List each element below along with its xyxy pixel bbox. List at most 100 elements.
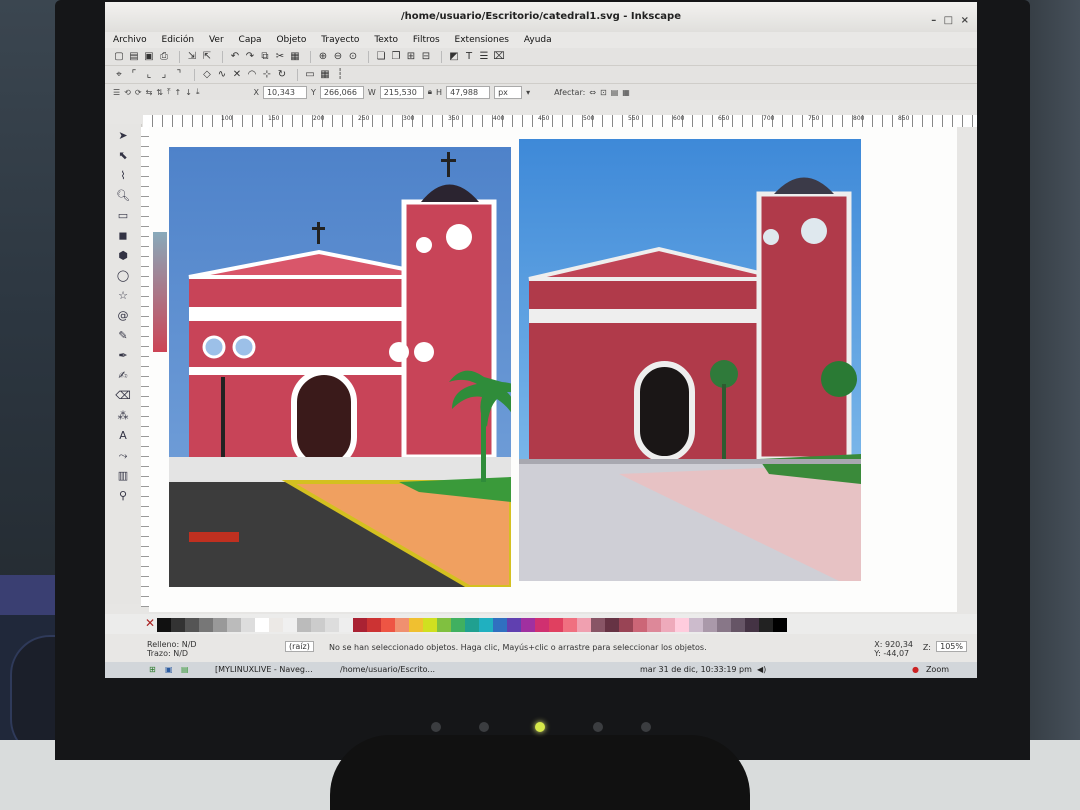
- flip-h-icon[interactable]: ⇆: [146, 88, 153, 97]
- save-icon[interactable]: ▣: [143, 51, 155, 62]
- color-swatch[interactable]: [493, 618, 507, 632]
- color-swatch[interactable]: [283, 618, 297, 632]
- snap-intersection-icon[interactable]: ✕: [231, 69, 243, 80]
- redo-icon[interactable]: ↷: [244, 51, 256, 62]
- align-icon[interactable]: ☰: [478, 51, 490, 62]
- snap-smooth-icon[interactable]: ◠: [246, 69, 258, 80]
- cathedral-vector-drawing[interactable]: [169, 147, 511, 587]
- minimize-button[interactable]: –: [931, 15, 936, 26]
- affect-stroke-icon[interactable]: ⇔: [589, 88, 596, 97]
- rotate-cw-icon[interactable]: ⟳: [135, 88, 142, 97]
- unit-select[interactable]: px: [494, 85, 523, 99]
- menu-capa[interactable]: Capa: [239, 35, 262, 45]
- paste-icon[interactable]: ▦: [289, 51, 301, 62]
- menu-extensiones[interactable]: Extensiones: [455, 35, 509, 45]
- color-swatch[interactable]: [675, 618, 689, 632]
- color-swatch[interactable]: [171, 618, 185, 632]
- monitor-button[interactable]: [593, 722, 603, 732]
- gradient-tool-icon[interactable]: ▥: [111, 467, 135, 484]
- zoom-tool-icon[interactable]: 🔍︎: [111, 187, 135, 204]
- color-swatch[interactable]: [409, 618, 423, 632]
- text-icon[interactable]: T: [463, 51, 475, 62]
- color-swatch[interactable]: [507, 618, 521, 632]
- volume-icon[interactable]: ◀): [757, 662, 766, 678]
- color-swatch[interactable]: [255, 618, 269, 632]
- snap-center-icon[interactable]: ⊹: [261, 69, 273, 80]
- tweak-tool-icon[interactable]: ⌇: [111, 167, 135, 184]
- duplicate-icon[interactable]: ❏: [375, 51, 387, 62]
- color-swatch[interactable]: [381, 618, 395, 632]
- color-swatch[interactable]: [227, 618, 241, 632]
- measure-tool-icon[interactable]: ▭: [111, 207, 135, 224]
- snap-node-icon[interactable]: ◇: [201, 69, 213, 80]
- open-icon[interactable]: ▤: [128, 51, 140, 62]
- color-swatch[interactable]: [549, 618, 563, 632]
- eraser-tool-icon[interactable]: ⌫: [111, 387, 135, 404]
- star-tool-icon[interactable]: ☆: [111, 287, 135, 304]
- color-swatch[interactable]: [353, 618, 367, 632]
- clone-icon[interactable]: ❐: [390, 51, 402, 62]
- menu-texto[interactable]: Texto: [374, 35, 398, 45]
- color-swatch[interactable]: [479, 618, 493, 632]
- ellipse-tool-icon[interactable]: ◯: [111, 267, 135, 284]
- color-swatch[interactable]: [339, 618, 353, 632]
- snap-path-icon[interactable]: ∿: [216, 69, 228, 80]
- task-inkscape[interactable]: /home/usuario/Escrito...: [340, 662, 435, 678]
- color-swatch[interactable]: [423, 618, 437, 632]
- x-field[interactable]: 10,343: [262, 85, 307, 99]
- monitor-button[interactable]: [479, 722, 489, 732]
- color-swatch[interactable]: [703, 618, 717, 632]
- height-field[interactable]: 47,988: [446, 85, 491, 99]
- zoom-app-icon[interactable]: ●: [912, 662, 919, 678]
- selector-tool-icon[interactable]: ➤: [111, 127, 135, 144]
- color-swatch[interactable]: [731, 618, 745, 632]
- color-swatch[interactable]: [185, 618, 199, 632]
- menu-archivo[interactable]: Archivo: [113, 35, 147, 45]
- color-swatch[interactable]: [325, 618, 339, 632]
- color-swatch[interactable]: [437, 618, 451, 632]
- close-button[interactable]: ×: [961, 15, 969, 26]
- width-field[interactable]: 215,530: [379, 85, 424, 99]
- menu-ver[interactable]: Ver: [209, 35, 224, 45]
- group-icon[interactable]: ⊞: [405, 51, 417, 62]
- zoom-fit-icon[interactable]: ⊙: [347, 51, 359, 62]
- menu-objeto[interactable]: Objeto: [276, 35, 306, 45]
- text-tool-icon[interactable]: A: [111, 427, 135, 444]
- canvas[interactable]: [149, 127, 957, 612]
- connector-tool-icon[interactable]: ⤳: [111, 447, 135, 464]
- color-swatch[interactable]: [647, 618, 661, 632]
- spiral-tool-icon[interactable]: @: [111, 307, 135, 324]
- menu-ayuda[interactable]: Ayuda: [524, 35, 552, 45]
- menu-trayecto[interactable]: Trayecto: [321, 35, 359, 45]
- layer-select[interactable]: (raíz): [285, 641, 314, 652]
- color-swatch[interactable]: [311, 618, 325, 632]
- select-all-icon[interactable]: ☰: [113, 88, 120, 97]
- lower-icon[interactable]: ↓: [185, 88, 192, 97]
- task-browser[interactable]: [MYLINUXLIVE - Naveg...: [215, 662, 313, 678]
- snap-corner-icon[interactable]: ⌟: [158, 69, 170, 80]
- import-icon[interactable]: ⇲: [186, 51, 198, 62]
- menu-filtros[interactable]: Filtros: [413, 35, 440, 45]
- menu-edicion[interactable]: Edición: [162, 35, 195, 45]
- rotate-ccw-icon[interactable]: ⟲: [124, 88, 131, 97]
- zoom-in-icon[interactable]: ⊕: [317, 51, 329, 62]
- color-swatch[interactable]: [297, 618, 311, 632]
- color-swatch[interactable]: [577, 618, 591, 632]
- affect-pattern-icon[interactable]: ▦: [622, 88, 630, 97]
- monitor-button[interactable]: [641, 722, 651, 732]
- color-swatch[interactable]: [633, 618, 647, 632]
- zoom-app[interactable]: Zoom: [926, 662, 949, 678]
- color-swatch[interactable]: [269, 618, 283, 632]
- color-swatch[interactable]: [619, 618, 633, 632]
- color-swatch[interactable]: [591, 618, 605, 632]
- color-swatch[interactable]: [241, 618, 255, 632]
- snap-page-icon[interactable]: ▭: [304, 69, 316, 80]
- color-swatch[interactable]: [395, 618, 409, 632]
- color-swatch[interactable]: [605, 618, 619, 632]
- export-icon[interactable]: ⇱: [201, 51, 213, 62]
- snap-toggle-icon[interactable]: ⌖: [113, 69, 125, 80]
- snap-grid-icon[interactable]: ▦: [319, 69, 331, 80]
- fill-stroke-icon[interactable]: ◩: [448, 51, 460, 62]
- rectangle-tool-icon[interactable]: ◼: [111, 227, 135, 244]
- copy-icon[interactable]: ⧉: [259, 51, 271, 62]
